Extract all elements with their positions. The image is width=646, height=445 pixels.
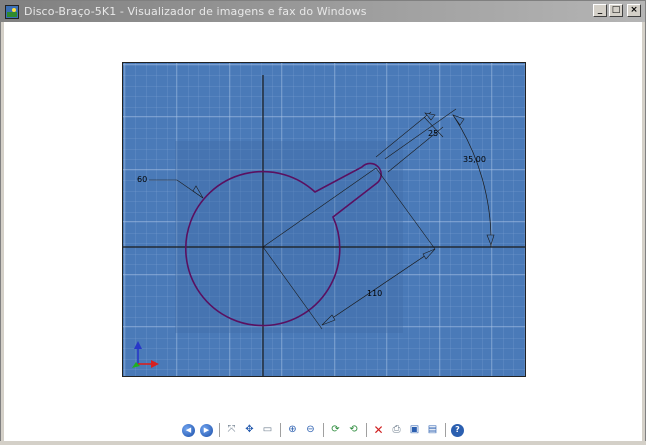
rotate-counterclockwise-button[interactable]: ⟲ bbox=[346, 423, 361, 438]
angle-dimension-label: 35,00 bbox=[463, 155, 486, 164]
next-icon: ▶ bbox=[200, 423, 213, 437]
print-button[interactable]: ⎙ bbox=[389, 423, 404, 438]
zoom-out-icon: ⊖ bbox=[306, 424, 315, 435]
zoom-in-button[interactable]: ⊕ bbox=[285, 423, 300, 438]
window-controls: _ □ × bbox=[593, 4, 641, 17]
window-bottom-border bbox=[0, 441, 646, 445]
save-icon: ▣ bbox=[409, 424, 420, 435]
length-dimension-label: 110 bbox=[367, 289, 382, 298]
toolbar-separator bbox=[444, 423, 446, 437]
toolbar-separator bbox=[365, 423, 367, 437]
picture-viewer-app-icon[interactable] bbox=[5, 4, 19, 19]
cad-sketch: 110 25 35,00 60 bbox=[123, 63, 525, 376]
zoom-out-button[interactable]: ⊖ bbox=[303, 423, 318, 438]
previous-icon: ◀ bbox=[182, 423, 195, 437]
help-icon: ? bbox=[451, 423, 464, 437]
maximize-button[interactable]: □ bbox=[609, 4, 623, 17]
best-fit-button[interactable]: ⤧ bbox=[224, 423, 239, 438]
radius-dimension-label: 60 bbox=[137, 175, 147, 184]
toolbar-separator bbox=[218, 423, 220, 437]
close-button[interactable]: × bbox=[627, 4, 641, 17]
image-display-area[interactable]: 110 25 35,00 60 bbox=[4, 22, 642, 418]
actual-size-icon: ✥ bbox=[245, 424, 254, 435]
cad-drawing-image: 110 25 35,00 60 bbox=[122, 62, 526, 377]
toolbar-separator bbox=[279, 423, 281, 437]
next-image-button[interactable]: ▶ bbox=[199, 423, 214, 438]
best-fit-icon: ⤧ bbox=[227, 424, 236, 435]
delete-button[interactable]: ✕ bbox=[371, 423, 386, 438]
previous-image-button[interactable]: ◀ bbox=[181, 423, 196, 438]
rotate-clockwise-button[interactable]: ⟳ bbox=[328, 423, 343, 438]
delete-icon: ✕ bbox=[373, 423, 384, 437]
slideshow-icon: ▭ bbox=[262, 424, 273, 435]
minimize-button[interactable]: _ bbox=[593, 4, 607, 17]
help-button[interactable]: ? bbox=[450, 423, 465, 438]
print-icon: ⎙ bbox=[392, 424, 401, 435]
rotate-counterclockwise-icon: ⟲ bbox=[349, 424, 358, 435]
actual-size-button[interactable]: ✥ bbox=[242, 423, 257, 438]
image-viewer-window: Disco-Braço-5K1 - Visualizador de imagen… bbox=[0, 0, 646, 445]
zoom-in-icon: ⊕ bbox=[288, 424, 297, 435]
slideshow-button[interactable]: ▭ bbox=[260, 423, 275, 438]
title-bar[interactable]: Disco-Braço-5K1 - Visualizador de imagen… bbox=[1, 1, 645, 22]
window-title: Disco-Braço-5K1 - Visualizador de imagen… bbox=[24, 5, 367, 18]
open-editor-button[interactable]: ▤ bbox=[425, 423, 440, 438]
save-button[interactable]: ▣ bbox=[407, 423, 422, 438]
width-dimension-label: 25 bbox=[428, 129, 438, 138]
rotate-clockwise-icon: ⟳ bbox=[331, 424, 340, 435]
toolbar-separator bbox=[322, 423, 324, 437]
viewer-toolbar: ◀ ▶ ⤧ ✥ ▭ ⊕ ⊖ ⟳ ⟲ ✕ ⎙ ▣ ▤ ? bbox=[4, 418, 642, 442]
edit-image-icon: ▤ bbox=[427, 424, 438, 435]
